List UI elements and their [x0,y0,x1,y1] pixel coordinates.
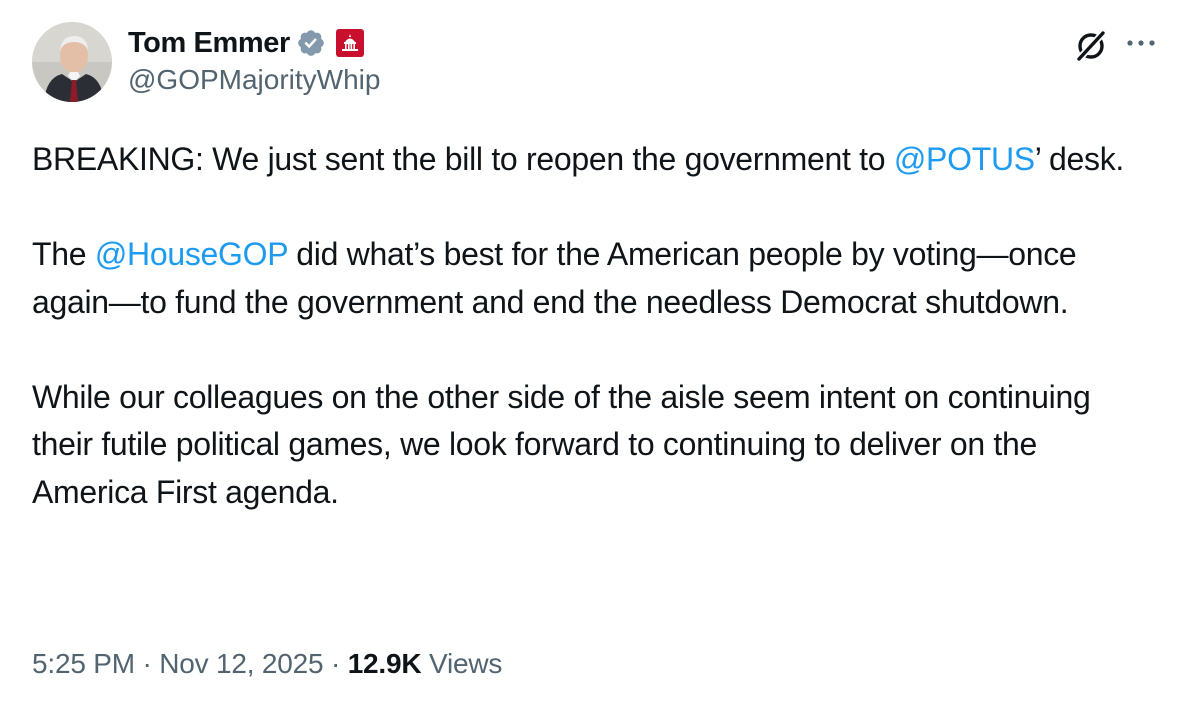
display-name[interactable]: Tom Emmer [128,27,290,60]
tweet-card: Tom Emmer @GOPMajorityWhip BREAKING: We … [0,0,1190,714]
tweet-date: Nov 12, 2025 [159,648,324,679]
more-icon[interactable] [1124,36,1160,50]
tweet-time: 5:25 PM [32,648,135,679]
text-segment: While our colleagues on the other side o… [32,378,1091,510]
tweet-text: BREAKING: We just sent the bill to reope… [32,136,1157,516]
text-segment: ’ desk. [1034,141,1125,177]
capitol-badge-icon[interactable] [335,28,365,58]
author-name-row: Tom Emmer [128,24,365,62]
tweet-paragraph: While our colleagues on the other side o… [32,374,1157,517]
grok-icon[interactable] [1073,28,1109,64]
tweet-paragraph: The @HouseGOP did what’s best for the Am… [32,231,1157,326]
meta-separator: · [330,648,341,679]
verified-badge-icon[interactable] [296,28,326,58]
timestamp-link[interactable]: 5:25 PM · Nov 12, 2025 [32,648,324,679]
text-segment: The [32,236,95,272]
text-segment: BREAKING: We just sent the bill to reope… [32,141,894,177]
author-handle[interactable]: @GOPMajorityWhip [128,64,380,96]
mention-potus-link[interactable]: @POTUS [894,141,1035,177]
views-label: Views [429,648,503,679]
tweet-meta: 5:25 PM · Nov 12, 2025 · 12.9K Views [32,648,502,680]
meta-separator: · [142,648,152,679]
views-count: 12.9K [347,648,422,679]
avatar[interactable] [32,22,112,102]
mention-housegop-link[interactable]: @HouseGOP [95,236,288,272]
tweet-paragraph: BREAKING: We just sent the bill to reope… [32,136,1157,184]
